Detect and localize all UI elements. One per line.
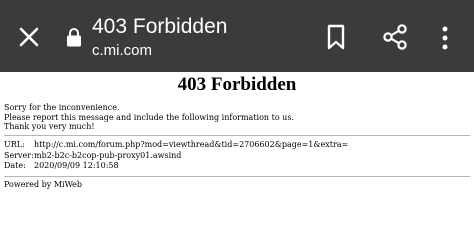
page-title: 403 Forbidden [92, 15, 228, 38]
message-line: Please report this message and include t… [4, 112, 294, 122]
info-label: URL: [4, 140, 25, 149]
error-message: Sorry for the inconvenience. Please repo… [4, 103, 294, 132]
info-value: http://c.mi.com/forum.php?mod=viewthread… [34, 140, 349, 149]
bookmark-icon[interactable] [326, 24, 346, 50]
divider [4, 176, 470, 177]
divider [4, 135, 470, 136]
powered-by: Powered by MiWeb [4, 180, 83, 189]
error-heading: 403 Forbidden [177, 74, 297, 95]
info-value: mb2-b2c-b2cop-pub-proxy01.awsind [34, 150, 182, 160]
info-label: Date: [4, 161, 26, 170]
info-value: 2020/09/09 12:10:58 [34, 161, 119, 170]
lock-icon[interactable] [66, 27, 82, 47]
more-vert-icon[interactable] [440, 25, 450, 51]
close-icon[interactable] [18, 26, 40, 48]
info-label: Server: [4, 150, 34, 160]
message-line: Thank you very much! [4, 122, 95, 131]
page-content: 403 Forbidden Sorry for the inconvenienc… [0, 72, 474, 240]
message-line: Sorry for the inconvenience. [4, 103, 120, 112]
page-url[interactable]: c.mi.com [92, 42, 152, 60]
share-icon[interactable] [382, 24, 408, 50]
browser-toolbar: 403 Forbidden c.mi.com [0, 0, 474, 72]
